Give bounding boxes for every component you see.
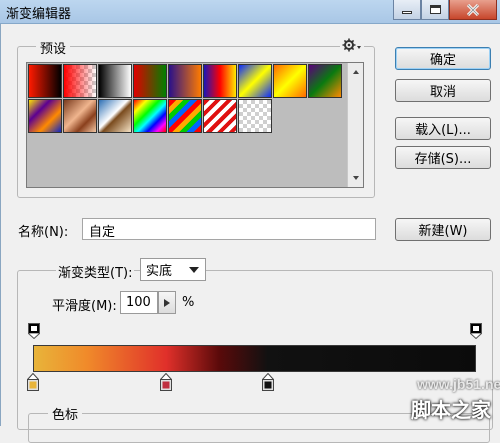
preset-swatch-blue-red-yellow[interactable] <box>203 64 237 98</box>
title-bar: 渐变编辑器 <box>0 0 500 24</box>
preset-swatch-neutral-density[interactable] <box>238 99 272 133</box>
preset-scrollbar[interactable] <box>347 63 363 187</box>
preset-swatch-foreground-to-transparent[interactable] <box>63 64 97 98</box>
preset-swatch-chrome[interactable] <box>98 99 132 133</box>
window-title: 渐变编辑器 <box>6 7 72 22</box>
preset-swatch-foreground-to-background[interactable] <box>28 64 62 98</box>
gear-icon[interactable] <box>340 38 364 56</box>
cancel-button[interactable]: 取消 <box>395 79 491 102</box>
preset-swatch-violet-orange[interactable] <box>168 64 202 98</box>
watermark: www.jb51.net 脚本之家 <box>395 370 500 426</box>
opacity-stop-right[interactable] <box>470 323 482 339</box>
scroll-down-icon[interactable] <box>348 171 364 185</box>
gradient-type-value: 实底 <box>146 264 173 279</box>
preset-swatch-black-white[interactable] <box>98 64 132 98</box>
name-input[interactable]: 自定 <box>82 218 376 240</box>
save-button[interactable]: 存储(S)... <box>395 146 491 169</box>
scroll-up-icon[interactable] <box>348 65 364 79</box>
minimize-button[interactable] <box>393 0 421 20</box>
close-icon <box>466 3 480 16</box>
smoothness-input[interactable]: 100 <box>120 291 158 314</box>
preset-swatch-copper[interactable] <box>63 99 97 133</box>
preset-swatch-orange-yellow-orange[interactable] <box>273 64 307 98</box>
chevron-right-icon <box>164 298 170 307</box>
gradient-preview-bar[interactable] <box>33 345 476 372</box>
maximize-icon <box>429 5 441 14</box>
preset-swatch-transparent-rainbow[interactable] <box>168 99 202 133</box>
preset-swatch-transparent-stripes[interactable] <box>203 99 237 133</box>
color-stop-1[interactable] <box>27 373 39 391</box>
preset-swatch-panel <box>26 62 364 188</box>
opacity-stop-left[interactable] <box>28 323 40 339</box>
load-button[interactable]: 载入(L)... <box>395 117 491 140</box>
new-button[interactable]: 新建(W) <box>395 218 491 241</box>
name-label: 名称(N): <box>18 225 69 240</box>
chevron-down-icon <box>189 267 199 273</box>
watermark-url: www.jb51.net <box>417 376 500 392</box>
gradient-type-label: 渐变类型(T): <box>56 262 135 281</box>
smoothness-unit: % <box>182 295 195 310</box>
preset-swatch-yellow-violet-orange-blue[interactable] <box>28 99 62 133</box>
color-stop-2[interactable] <box>159 373 172 391</box>
color-stop-3[interactable] <box>261 373 274 391</box>
maximize-button[interactable] <box>421 0 449 20</box>
smoothness-value: 100 <box>126 295 151 310</box>
stops-legend: 色标 <box>48 404 83 423</box>
preset-swatch-grid <box>28 64 348 133</box>
preset-swatch-spectrum[interactable] <box>133 99 167 133</box>
presets-legend: 预设 <box>36 38 71 57</box>
close-button[interactable] <box>449 0 497 20</box>
smoothness-label: 平滑度(M): <box>52 299 117 314</box>
gradient-type-select[interactable]: 实底 <box>140 258 206 281</box>
preset-swatch-red-green[interactable] <box>133 64 167 98</box>
preset-swatch-violet-green-orange[interactable] <box>308 64 342 98</box>
watermark-name: 脚本之家 <box>411 398 491 422</box>
preset-swatch-blue-yellow-blue[interactable] <box>238 64 272 98</box>
minimize-icon <box>402 11 412 14</box>
ok-button[interactable]: 确定 <box>395 47 491 70</box>
smoothness-slider-button[interactable] <box>158 291 176 314</box>
